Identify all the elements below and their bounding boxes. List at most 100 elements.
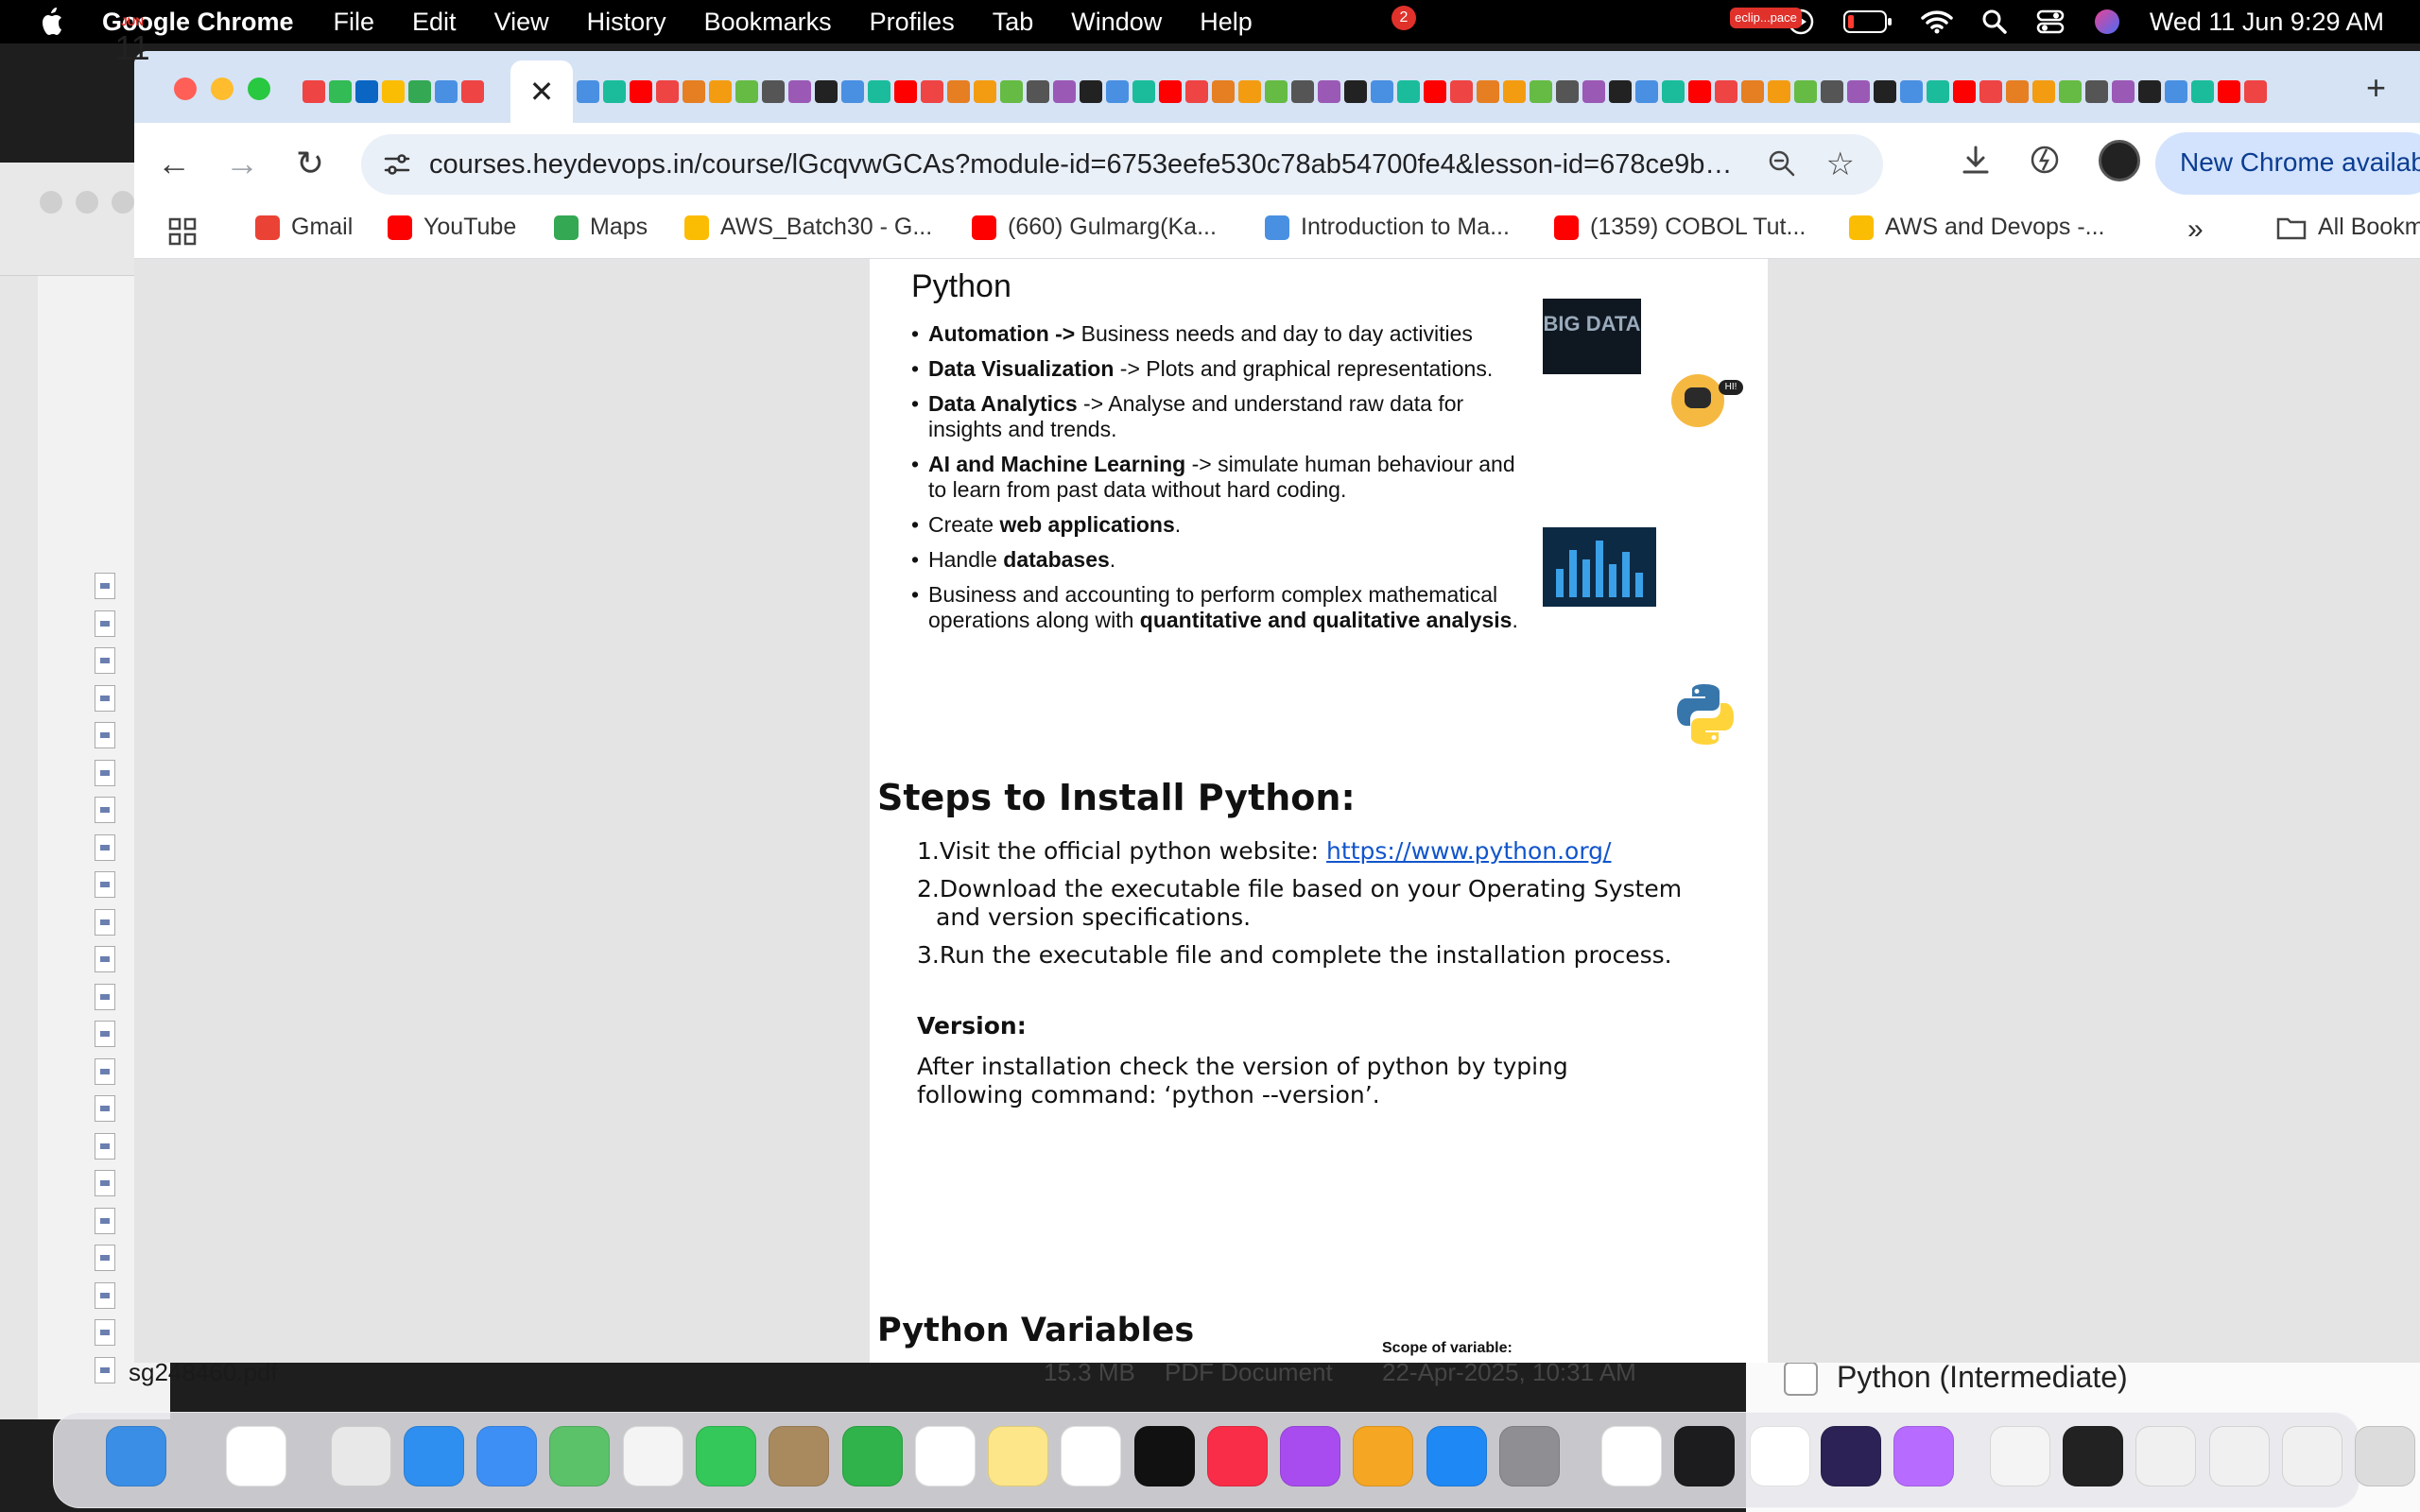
finder-close-button[interactable]	[40, 191, 62, 214]
bookmark-cobol[interactable]: (1359) COBOL Tut...	[1554, 214, 1806, 241]
browser-tab[interactable]	[2059, 80, 2082, 103]
pinned-tab[interactable]	[408, 80, 431, 103]
browser-tab[interactable]	[1132, 80, 1155, 103]
browser-tab[interactable]	[762, 80, 785, 103]
browser-tab[interactable]	[1265, 80, 1288, 103]
browser-tab[interactable]	[1000, 80, 1023, 103]
browser-tab[interactable]	[1609, 80, 1632, 103]
browser-tab[interactable]	[1582, 80, 1605, 103]
maps-icon[interactable]	[549, 1426, 611, 1486]
browser-tab[interactable]	[1662, 80, 1685, 103]
screenshot-icon[interactable]	[2208, 1426, 2270, 1486]
browser-tab[interactable]	[815, 80, 838, 103]
finder-icon[interactable]	[106, 1426, 167, 1486]
browser-tab[interactable]	[630, 80, 652, 103]
browser-tab[interactable]	[577, 80, 599, 103]
eclipse-icon[interactable]	[1820, 1426, 1881, 1486]
active-tab[interactable]: ✕	[510, 60, 573, 123]
spotlight-search-icon[interactable]	[1981, 9, 2008, 35]
menubar-clock[interactable]: Wed 11 Jun 9:29 AM	[2150, 8, 2384, 37]
browser-tab[interactable]	[1159, 80, 1182, 103]
browser-tab[interactable]	[1450, 80, 1473, 103]
browser-tab[interactable]	[656, 80, 679, 103]
browser-tab[interactable]	[868, 80, 890, 103]
document-icon[interactable]	[1989, 1426, 2050, 1486]
safari-icon[interactable]	[403, 1426, 464, 1486]
bookmark-star-icon[interactable]: ☆	[1826, 146, 1855, 183]
browser-tab[interactable]	[1053, 80, 1076, 103]
browser-tab[interactable]	[1027, 80, 1049, 103]
python-intermediate-checkbox[interactable]	[1784, 1362, 1818, 1396]
browser-tab[interactable]	[2165, 80, 2187, 103]
facetime-icon[interactable]	[695, 1426, 756, 1486]
browser-tab[interactable]	[841, 80, 864, 103]
browser-tab[interactable]	[1741, 80, 1764, 103]
pinned-tab[interactable]	[329, 80, 352, 103]
back-arrow-icon[interactable]: ←	[155, 144, 193, 183]
pinned-tab[interactable]	[355, 80, 378, 103]
screenshot-icon[interactable]	[2282, 1426, 2343, 1486]
browser-tab[interactable]	[1953, 80, 1976, 103]
url-text[interactable]: courses.heydevops.in/course/lGcqvwGCAs?m…	[429, 149, 1772, 180]
browser-tab[interactable]	[1477, 80, 1499, 103]
app-store-icon[interactable]	[1426, 1426, 1487, 1486]
mail-icon[interactable]	[476, 1426, 538, 1486]
browser-tab[interactable]	[1979, 80, 2002, 103]
pages-icon[interactable]	[1353, 1426, 1414, 1486]
performance-icon[interactable]	[2029, 144, 2061, 176]
browser-tab[interactable]	[709, 80, 732, 103]
browser-tab[interactable]	[2112, 80, 2135, 103]
browser-tab[interactable]	[1874, 80, 1896, 103]
browser-tab[interactable]	[603, 80, 626, 103]
browser-tab[interactable]	[2244, 80, 2267, 103]
menu-file[interactable]: File	[334, 8, 375, 37]
zoom-icon[interactable]	[1766, 147, 1798, 180]
browser-tab[interactable]	[1503, 80, 1526, 103]
chrome-update-button[interactable]: New Chrome availab	[2155, 132, 2420, 195]
menu-help[interactable]: Help	[1200, 8, 1253, 37]
siri-icon[interactable]	[2093, 8, 2121, 36]
close-tab-icon[interactable]: ✕	[529, 74, 555, 110]
bookmark-gulmarg[interactable]: (660) Gulmarg(Ka...	[972, 214, 1217, 241]
terminal-icon[interactable]	[1673, 1426, 1735, 1486]
chrome-icon[interactable]	[1600, 1426, 1662, 1486]
menu-history[interactable]: History	[587, 8, 666, 37]
browser-tab[interactable]	[1927, 80, 1949, 103]
numbers-icon[interactable]	[841, 1426, 903, 1486]
downloads-icon[interactable]	[1959, 144, 1993, 178]
calendar-icon[interactable]	[226, 1426, 287, 1486]
finder-minimize-button[interactable]	[76, 191, 98, 214]
window-close-button[interactable]	[174, 77, 197, 100]
browser-tab[interactable]	[947, 80, 970, 103]
browser-tab[interactable]	[1556, 80, 1579, 103]
control-center-icon[interactable]	[2036, 9, 2065, 35]
browser-tab[interactable]	[1794, 80, 1817, 103]
menu-edit[interactable]: Edit	[412, 8, 457, 37]
python-website-link[interactable]: https://www.python.org/	[1326, 837, 1611, 865]
browser-tab[interactable]	[2085, 80, 2108, 103]
browser-tab[interactable]	[1424, 80, 1446, 103]
finder-zoom-button[interactable]	[112, 191, 134, 214]
browser-tab[interactable]	[974, 80, 996, 103]
pinned-tab[interactable]	[302, 80, 325, 103]
browser-tab[interactable]	[1821, 80, 1843, 103]
battery-low-icon[interactable]	[1842, 9, 1893, 34]
bookmarks-overflow-chevron-icon[interactable]: »	[2187, 214, 2204, 246]
notes-icon[interactable]	[988, 1426, 1049, 1486]
wifi-icon[interactable]	[1921, 9, 1953, 34]
window-minimize-button[interactable]	[211, 77, 233, 100]
new-tab-button[interactable]: +	[2366, 68, 2386, 108]
browser-tab[interactable]	[1291, 80, 1314, 103]
system-settings-icon[interactable]	[1499, 1426, 1561, 1486]
launchpad-icon[interactable]	[330, 1426, 391, 1486]
apple-menu-icon[interactable]	[38, 7, 66, 37]
browser-tab[interactable]	[1530, 80, 1552, 103]
forward-arrow-icon[interactable]: →	[223, 144, 261, 183]
podcasts-icon[interactable]	[1280, 1426, 1341, 1486]
menu-profiles[interactable]: Profiles	[870, 8, 955, 37]
browser-tab[interactable]	[1635, 80, 1658, 103]
menu-tab[interactable]: Tab	[993, 8, 1034, 37]
browser-tab[interactable]	[1688, 80, 1711, 103]
browser-tab[interactable]	[1238, 80, 1261, 103]
bookmark-introduction[interactable]: Introduction to Ma...	[1265, 214, 1510, 241]
